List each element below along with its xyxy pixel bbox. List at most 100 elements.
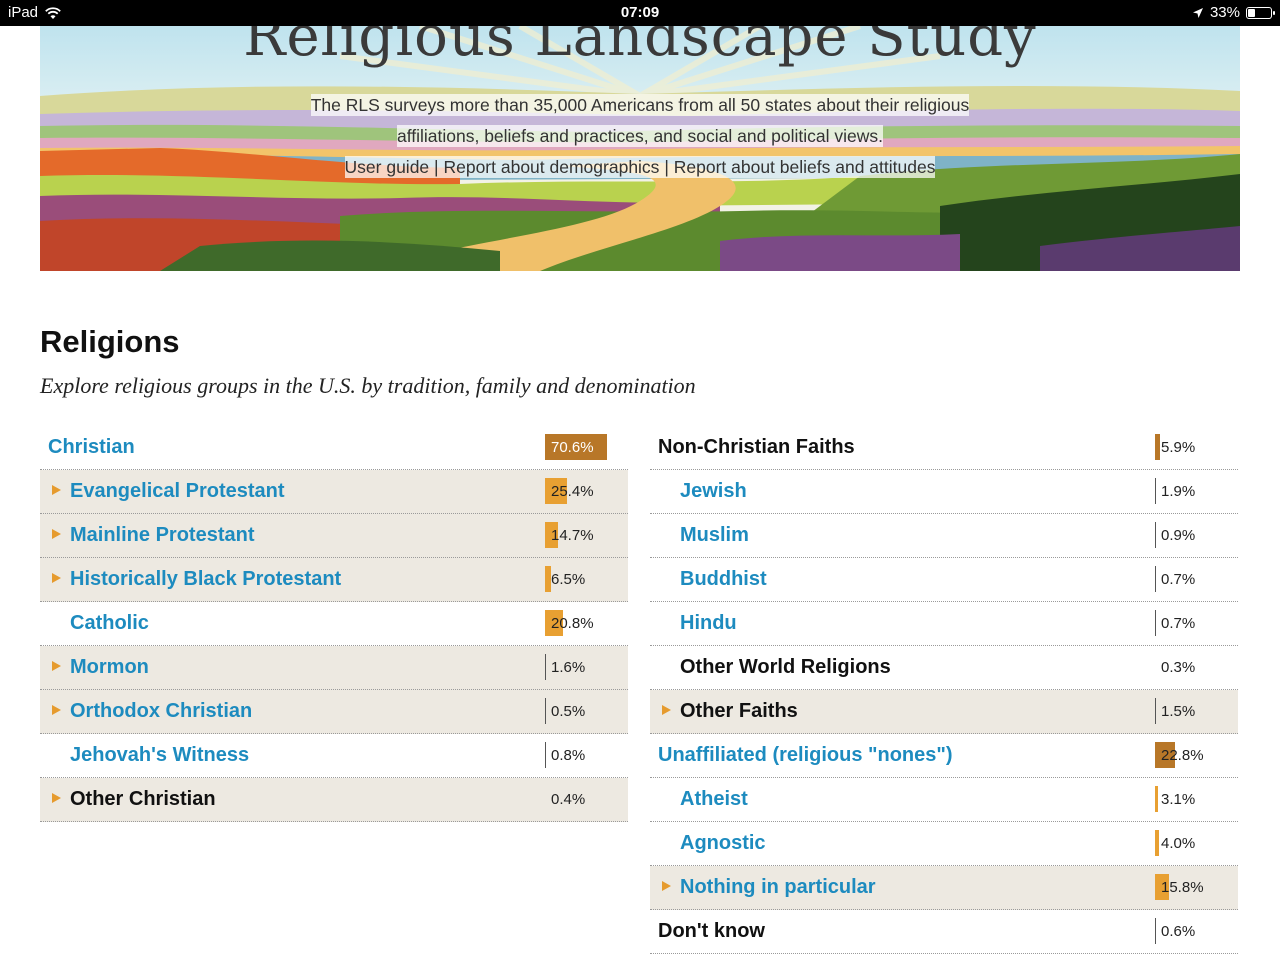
- percent-bar: [545, 698, 546, 724]
- religion-label[interactable]: Atheist: [680, 788, 748, 811]
- religion-label: Don't know: [658, 920, 765, 942]
- status-time: 07:09: [620, 4, 660, 21]
- percent-bar: [1155, 610, 1156, 636]
- expand-triangle-icon[interactable]: [52, 485, 61, 495]
- expand-triangle-icon[interactable]: [52, 705, 61, 715]
- religion-label[interactable]: Jehovah's Witness: [70, 744, 249, 767]
- battery-percent: 33%: [1209, 4, 1240, 21]
- religion-label[interactable]: Unaffiliated (religious "nones"): [658, 744, 953, 767]
- section-subtitle: Explore religious groups in the U.S. by …: [40, 373, 696, 398]
- percent-value: 5.9%: [1161, 439, 1196, 456]
- religion-label[interactable]: Catholic: [70, 612, 149, 635]
- religion-label[interactable]: Muslim: [680, 524, 749, 547]
- percent-value: 4.0%: [1161, 835, 1196, 852]
- percent-value: 20.8%: [551, 615, 594, 632]
- expand-triangle-icon[interactable]: [52, 793, 61, 803]
- location-arrow-icon: [1192, 7, 1203, 18]
- expand-triangle-icon[interactable]: [662, 881, 671, 891]
- percent-value: 1.6%: [551, 659, 586, 676]
- religion-label[interactable]: Mormon: [70, 656, 149, 679]
- section-title: Religions: [40, 324, 180, 359]
- religion-label: Other World Religions: [680, 656, 891, 678]
- percent-bar: [1155, 830, 1159, 856]
- row-other-faiths[interactable]: Other Faiths 1.5%: [650, 690, 1238, 734]
- percent-bar: [1155, 918, 1156, 944]
- row-hindu[interactable]: Hindu 0.7%: [650, 602, 1238, 646]
- row-other-world-religions[interactable]: Other World Religions 0.3%: [650, 646, 1238, 690]
- percent-value: 0.9%: [1161, 527, 1196, 544]
- percent-value: 1.9%: [1161, 483, 1196, 500]
- row-christian[interactable]: Christian 70.6%: [40, 426, 628, 470]
- percent-value: 0.7%: [1161, 615, 1196, 632]
- percent-value: 0.5%: [551, 703, 586, 720]
- percent-value: 3.1%: [1161, 791, 1196, 808]
- row-jehovah-s-witness[interactable]: Jehovah's Witness 0.8%: [40, 734, 628, 778]
- religion-label: Other Faiths: [680, 700, 798, 722]
- religion-label: Other Christian: [70, 788, 216, 810]
- religion-label: Non-Christian Faiths: [658, 436, 855, 458]
- row-historically-black-protestant[interactable]: Historically Black Protestant 6.5%: [40, 558, 628, 602]
- row-non-christian-faiths[interactable]: Non-Christian Faiths 5.9%: [650, 426, 1238, 470]
- religion-label[interactable]: Buddhist: [680, 568, 767, 591]
- religion-label[interactable]: Hindu: [680, 612, 737, 635]
- percent-value: 14.7%: [551, 527, 594, 544]
- row-evangelical-protestant[interactable]: Evangelical Protestant 25.4%: [40, 470, 628, 514]
- religion-label[interactable]: Jewish: [680, 480, 747, 503]
- religion-label[interactable]: Christian: [48, 436, 135, 459]
- percent-bar: [1155, 522, 1156, 548]
- percent-bar: [545, 742, 546, 768]
- percent-value: 0.4%: [551, 791, 586, 808]
- status-bar: iPad 07:09 33%: [0, 0, 1280, 26]
- percent-value: 15.8%: [1161, 879, 1204, 896]
- row-jewish[interactable]: Jewish 1.9%: [650, 470, 1238, 514]
- status-right: 33%: [1192, 4, 1275, 21]
- percent-bar: [1155, 434, 1160, 460]
- banner-line-2: affiliations, beliefs and practices, and…: [396, 125, 884, 147]
- row-agnostic[interactable]: Agnostic 4.0%: [650, 822, 1238, 866]
- religion-label[interactable]: Orthodox Christian: [70, 700, 252, 723]
- percent-value: 0.6%: [1161, 923, 1196, 940]
- row-buddhist[interactable]: Buddhist 0.7%: [650, 558, 1238, 602]
- percent-bar: [1155, 698, 1156, 724]
- row-nothing-in-particular[interactable]: Nothing in particular 15.8%: [650, 866, 1238, 910]
- expand-triangle-icon[interactable]: [52, 661, 61, 671]
- religion-list-left: Christian 70.6% Evangelical Protestant 25.4…: [40, 426, 628, 822]
- religion-label[interactable]: Mainline Protestant: [70, 524, 254, 547]
- percent-value: 0.7%: [1161, 571, 1196, 588]
- link-report-beliefs[interactable]: Report about beliefs and attitudes: [674, 157, 936, 177]
- percent-value: 0.3%: [1161, 659, 1196, 676]
- row-mormon[interactable]: Mormon 1.6%: [40, 646, 628, 690]
- percent-value: 0.8%: [551, 747, 586, 764]
- religion-list-right: Non-Christian Faiths 5.9% Jewish 1.9% Muslim…: [650, 426, 1238, 954]
- religion-label[interactable]: Evangelical Protestant: [70, 480, 285, 503]
- row-orthodox-christian[interactable]: Orthodox Christian 0.5%: [40, 690, 628, 734]
- expand-triangle-icon[interactable]: [662, 705, 671, 715]
- religion-label[interactable]: Nothing in particular: [680, 876, 876, 899]
- row-catholic[interactable]: Catholic 20.8%: [40, 602, 628, 646]
- banner-title: Religious Landscape Study: [243, 26, 1037, 69]
- percent-bar: [1155, 478, 1156, 504]
- banner-description: The RLS surveys more than 35,000 America…: [40, 90, 1240, 183]
- banner: Religious Landscape Study The RLS survey…: [40, 26, 1240, 271]
- battery-icon: [1246, 6, 1275, 19]
- link-report-demographics[interactable]: Report about demographics: [443, 157, 659, 177]
- row-unaffiliated-religious-nones[interactable]: Unaffiliated (religious "nones") 22.8%: [650, 734, 1238, 778]
- row-muslim[interactable]: Muslim 0.9%: [650, 514, 1238, 558]
- percent-bar: [1155, 566, 1156, 592]
- row-other-christian[interactable]: Other Christian 0.4%: [40, 778, 628, 822]
- row-atheist[interactable]: Atheist 3.1%: [650, 778, 1238, 822]
- percent-value: 25.4%: [551, 483, 594, 500]
- row-don-t-know[interactable]: Don't know 0.6%: [650, 910, 1238, 954]
- banner-line-1: The RLS surveys more than 35,000 America…: [310, 94, 970, 116]
- percent-value: 70.6%: [551, 439, 594, 456]
- link-user-guide[interactable]: User guide: [345, 157, 430, 177]
- link-separator: |: [434, 157, 439, 177]
- expand-triangle-icon[interactable]: [52, 573, 61, 583]
- row-mainline-protestant[interactable]: Mainline Protestant 14.7%: [40, 514, 628, 558]
- expand-triangle-icon[interactable]: [52, 529, 61, 539]
- battery-level: [1248, 8, 1255, 17]
- religion-label[interactable]: Agnostic: [680, 832, 766, 855]
- religion-label[interactable]: Historically Black Protestant: [70, 568, 341, 591]
- percent-value: 1.5%: [1161, 703, 1196, 720]
- percent-value: 6.5%: [551, 571, 586, 588]
